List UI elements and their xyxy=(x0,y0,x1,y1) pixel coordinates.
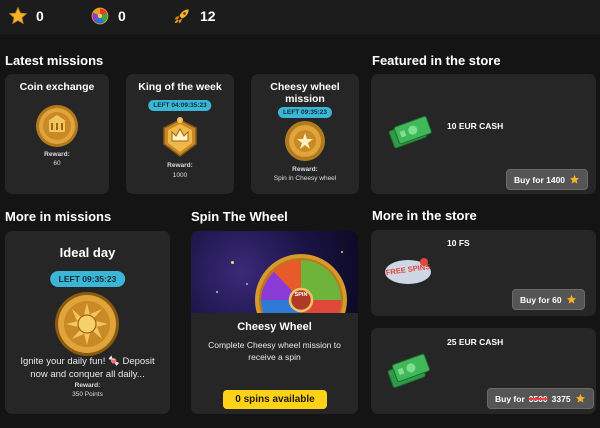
star-icon xyxy=(575,393,585,403)
mission-title: Coin exchange xyxy=(19,81,95,93)
buy-button-prefix: Buy for xyxy=(495,393,525,404)
crown-badge-icon xyxy=(163,117,197,157)
store-item-label: 25 EUR CASH xyxy=(447,337,504,347)
reward-value: 60 xyxy=(53,160,61,167)
mission-card-coin-exchange[interactable]: Coin exchange Reward: 60 xyxy=(5,74,109,194)
star-icon xyxy=(569,174,580,184)
reward-label: Reward: xyxy=(167,162,193,169)
wheel-spins-count: 0 xyxy=(118,8,126,24)
more-missions-title: More in missions xyxy=(5,209,112,224)
old-price: 3500 xyxy=(528,393,548,404)
star-icon xyxy=(8,6,28,25)
spin-wheel-title: Spin The Wheel xyxy=(191,209,288,224)
rockets-count: 12 xyxy=(200,8,216,24)
rockets-counter[interactable]: 12 xyxy=(172,6,216,26)
store-item-featured-cash[interactable]: 10 EUR CASH Buy for 1400 xyxy=(371,74,596,194)
stars-count: 0 xyxy=(36,8,44,24)
reward-label: Reward: xyxy=(44,151,70,158)
store-item-free-spins[interactable]: FREE SPINS 10 FS Buy for 60 xyxy=(371,230,596,316)
wheel-hub-label: SPIN xyxy=(294,292,308,298)
cash-stack-icon xyxy=(388,115,432,149)
wheel-icon xyxy=(91,7,109,25)
buy-button[interactable]: Buy for 3500 3375 xyxy=(487,388,594,409)
latest-missions-title: Latest missions xyxy=(5,53,104,68)
mission-card-ideal-day[interactable]: Ideal day LEFT 09:35:23 Ignite your dail… xyxy=(5,231,170,414)
mission-card-cheesy-wheel[interactable]: Cheesy wheel mission LEFT 09:35:23 Rewar… xyxy=(251,74,359,194)
star-icon xyxy=(566,294,576,304)
free-spins-icon: FREE SPINS xyxy=(383,256,433,288)
buy-button[interactable]: Buy for 1400 xyxy=(506,169,589,190)
stars-counter[interactable]: 0 xyxy=(8,6,44,26)
wheel-card-title: Cheesy Wheel xyxy=(237,321,312,333)
store-item-label: 10 FS xyxy=(447,238,470,248)
time-left-badge: LEFT 04:09:35:23 xyxy=(148,100,212,111)
mission-description: Ignite your daily fun! 🍬 Deposit now and… xyxy=(20,356,155,380)
time-left-badge: LEFT 09:35:23 xyxy=(49,271,126,287)
wheel-spins-counter[interactable]: 0 xyxy=(90,6,126,26)
new-price: 3375 xyxy=(551,393,571,404)
store-item-label: 10 EUR CASH xyxy=(447,121,504,131)
top-bar: 0 0 12 xyxy=(0,0,600,34)
mission-title: Ideal day xyxy=(59,245,116,260)
buy-button-label: Buy for 1400 xyxy=(514,174,566,185)
more-store-title: More in the store xyxy=(372,208,477,223)
mission-title: King of the week xyxy=(138,81,222,93)
spin-wheel-card[interactable]: SPIN Cheesy Wheel Complete Cheesy wheel … xyxy=(191,231,358,414)
reward-label: Reward: xyxy=(292,166,318,173)
wheel-card-description: Complete Cheesy wheel mission to receive… xyxy=(208,340,341,362)
spins-available-button[interactable]: 0 spins available xyxy=(223,390,327,409)
rocket-icon xyxy=(174,9,189,24)
reward-value: Spin in Cheesy wheel xyxy=(273,175,337,182)
mission-card-king-of-the-week[interactable]: King of the week LEFT 04:09:35:23 Reward… xyxy=(126,74,234,194)
coin-icon xyxy=(36,105,78,147)
time-left-badge: LEFT 09:35:23 xyxy=(277,107,333,118)
store-item-cash-25[interactable]: 25 EUR CASH Buy for 3500 3375 xyxy=(371,328,596,414)
reward-value: 1000 xyxy=(172,172,188,179)
buy-button[interactable]: Buy for 60 xyxy=(512,289,585,310)
mission-title: Cheesy wheel mission xyxy=(270,81,340,105)
reward-label: Reward: xyxy=(74,382,101,389)
featured-store-title: Featured in the store xyxy=(372,53,501,68)
buy-button-label: Buy for 60 xyxy=(520,294,562,305)
star-medal-icon xyxy=(285,121,325,161)
reward-value: 350 Points xyxy=(72,391,103,398)
cash-stack-icon xyxy=(387,353,430,388)
sun-medal-icon xyxy=(55,292,119,356)
